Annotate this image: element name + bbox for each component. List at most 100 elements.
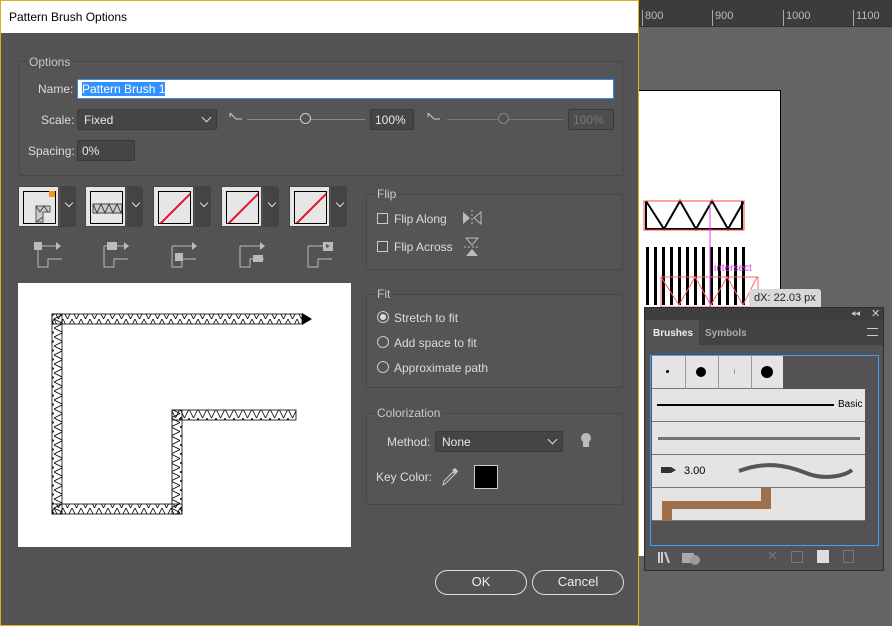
end-tile-dropdown[interactable] bbox=[331, 186, 347, 227]
name-input[interactable]: Pattern Brush 1 bbox=[77, 79, 614, 99]
start-tile-position-icon bbox=[239, 242, 265, 268]
scale-label: Scale: bbox=[41, 113, 75, 127]
scale-max-slider-thumb bbox=[498, 113, 509, 124]
horizontal-ruler: 800 900 1000 1100 bbox=[639, 0, 892, 27]
pressure-max-icon bbox=[427, 112, 440, 120]
ok-button[interactable]: OK bbox=[435, 570, 527, 595]
new-brush-icon[interactable] bbox=[817, 550, 829, 563]
pattern-brush-row[interactable] bbox=[652, 488, 865, 521]
method-select[interactable]: None bbox=[435, 431, 563, 452]
eyedropper-icon[interactable] bbox=[440, 467, 458, 487]
approximate-path-label: Approximate path bbox=[394, 361, 489, 375]
side-tile-position-icon bbox=[34, 242, 62, 268]
brush-libraries-icon[interactable] bbox=[657, 551, 677, 565]
add-space-to-fit-radio[interactable] bbox=[377, 336, 389, 348]
outer-corner-tile-button[interactable] bbox=[85, 186, 126, 227]
stretch-to-fit-radio[interactable] bbox=[377, 311, 389, 323]
spacing-label: Spacing: bbox=[28, 144, 75, 158]
chevron-down-icon bbox=[131, 198, 141, 208]
tips-lightbulb-icon[interactable] bbox=[579, 432, 593, 450]
tab-symbols[interactable]: Symbols bbox=[705, 320, 747, 339]
end-tile-position-icon bbox=[307, 242, 333, 268]
bristle-brush-row[interactable]: 3.00 bbox=[652, 455, 865, 488]
outer-corner-tile-preview bbox=[92, 202, 122, 215]
approximate-path-radio[interactable] bbox=[377, 361, 389, 373]
flip-group bbox=[366, 194, 623, 270]
calligraphic-brushes-row bbox=[652, 356, 783, 389]
colorization-group-label: Colorization bbox=[375, 406, 443, 420]
brush-dot-thin[interactable] bbox=[734, 369, 735, 374]
flip-group-label: Flip bbox=[375, 187, 399, 201]
selected-indicator bbox=[49, 191, 55, 197]
scale-value: Fixed bbox=[84, 113, 114, 127]
brushes-panel: ◂◂ ✕ Brushes Symbols Basic 3.00 ✕ bbox=[644, 307, 884, 571]
chevron-down-icon bbox=[64, 198, 74, 208]
ruler-label: 1000 bbox=[783, 10, 810, 26]
brush-dot-small[interactable] bbox=[666, 370, 669, 373]
end-tile-button[interactable] bbox=[289, 186, 330, 227]
brush-size-label: 3.00 bbox=[684, 465, 706, 477]
chevron-down-icon bbox=[199, 198, 209, 208]
outer-corner-position-icon bbox=[103, 242, 129, 268]
pressure-min-icon bbox=[229, 112, 242, 120]
inner-corner-tile-button[interactable] bbox=[153, 186, 194, 227]
collapse-icon[interactable]: ◂◂ bbox=[851, 308, 860, 319]
brush-options-icon[interactable] bbox=[791, 551, 803, 563]
start-tile-dropdown[interactable] bbox=[263, 186, 279, 227]
chevron-down-icon bbox=[201, 112, 212, 123]
none-tile-slash bbox=[159, 192, 190, 223]
colorization-group bbox=[366, 413, 623, 505]
flip-across-icon bbox=[464, 237, 480, 256]
start-tile-button[interactable] bbox=[221, 186, 262, 227]
scale-percent-input[interactable]: 100% bbox=[370, 109, 414, 130]
basic-brush-row[interactable]: Basic bbox=[652, 389, 865, 422]
panel-header[interactable] bbox=[645, 308, 883, 320]
basic-brush-label: Basic bbox=[838, 399, 863, 410]
chevron-down-icon bbox=[335, 198, 345, 208]
key-color-swatch[interactable] bbox=[474, 465, 498, 489]
pattern-path-preview bbox=[51, 313, 312, 515]
flip-along-icon bbox=[463, 210, 482, 226]
inner-corner-tile-dropdown[interactable] bbox=[195, 186, 211, 227]
brush-dot-medium[interactable] bbox=[696, 367, 706, 377]
tab-brushes[interactable]: Brushes bbox=[645, 320, 699, 346]
scale-slider-thumb[interactable] bbox=[300, 113, 311, 124]
ruler-label: 900 bbox=[712, 10, 733, 26]
add-space-to-fit-label: Add space to fit bbox=[394, 336, 477, 350]
stretch-to-fit-label: Stretch to fit bbox=[394, 311, 459, 325]
close-icon[interactable]: ✕ bbox=[871, 307, 880, 320]
panel-menu-icon[interactable] bbox=[867, 328, 878, 336]
none-tile-slash bbox=[227, 192, 258, 223]
cancel-button[interactable]: Cancel bbox=[532, 570, 624, 595]
outer-corner-tile-dropdown[interactable] bbox=[127, 186, 143, 227]
brush-list[interactable]: Basic 3.00 bbox=[650, 355, 879, 546]
libraries-panel-icon[interactable] bbox=[681, 551, 701, 565]
measure-tooltip: dX: 22.03 px bbox=[749, 289, 821, 307]
method-label: Method: bbox=[387, 435, 431, 449]
scale-select[interactable]: Fixed bbox=[77, 109, 217, 130]
flip-across-checkbox[interactable] bbox=[377, 241, 388, 252]
brush-dot-large[interactable] bbox=[761, 366, 773, 378]
flip-across-label: Flip Across bbox=[394, 240, 453, 254]
brush-preview bbox=[18, 283, 351, 547]
remove-brush-stroke-icon[interactable]: ✕ bbox=[767, 548, 778, 564]
pattern-brush-options-dialog: Pattern Brush Options Options Name: Patt… bbox=[0, 0, 639, 626]
name-label: Name: bbox=[38, 82, 74, 96]
ruler-label: 1100 bbox=[853, 10, 880, 26]
fit-group-label: Fit bbox=[375, 287, 393, 301]
method-value: None bbox=[442, 435, 471, 449]
none-tile-slash bbox=[295, 192, 326, 223]
delete-brush-icon[interactable] bbox=[843, 550, 854, 563]
side-tile-dropdown[interactable] bbox=[60, 186, 76, 227]
inner-corner-position-icon bbox=[171, 242, 197, 268]
spacing-input[interactable]: 0% bbox=[77, 140, 135, 161]
ruler-label: 800 bbox=[642, 10, 663, 26]
flip-along-checkbox[interactable] bbox=[377, 213, 388, 224]
name-input-value: Pattern Brush 1 bbox=[82, 82, 166, 96]
side-tile-button[interactable] bbox=[18, 186, 59, 227]
charcoal-brush-row[interactable] bbox=[652, 422, 865, 455]
dialog-title: Pattern Brush Options bbox=[1, 1, 638, 33]
chevron-down-icon bbox=[267, 198, 277, 208]
flip-along-label: Flip Along bbox=[394, 212, 447, 226]
options-group-label: Options bbox=[27, 55, 73, 69]
